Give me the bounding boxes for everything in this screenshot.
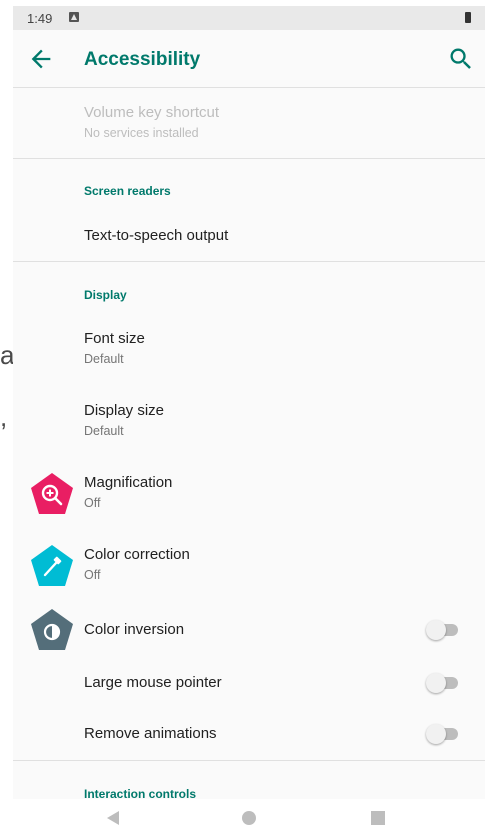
magnification-row[interactable]: Magnification Off xyxy=(13,460,485,530)
page-title: Accessibility xyxy=(84,49,201,70)
navigation-bar xyxy=(0,799,485,825)
back-arrow-icon[interactable] xyxy=(27,45,55,73)
color-correction-row[interactable]: Color correction Off xyxy=(13,532,485,602)
large-mouse-pointer-row[interactable]: Large mouse pointer xyxy=(13,656,485,708)
color-correction-icon xyxy=(29,543,75,589)
display-size-row[interactable]: Display size Default xyxy=(13,388,485,458)
color-inversion-row[interactable]: Color inversion xyxy=(13,604,485,656)
search-icon[interactable] xyxy=(447,45,475,73)
magnification-summary: Off xyxy=(84,496,101,510)
toggle-thumb xyxy=(426,620,446,640)
section-divider xyxy=(13,158,485,159)
font-size-title: Font size xyxy=(84,330,145,347)
status-time: 1:49 xyxy=(27,11,53,26)
notification-icon xyxy=(69,12,79,22)
tts-output-row[interactable]: Text-to-speech output xyxy=(13,209,485,261)
display-header: Display xyxy=(84,288,127,302)
large-mouse-pointer-toggle[interactable] xyxy=(426,673,460,693)
section-divider xyxy=(13,760,485,761)
magnification-title: Magnification xyxy=(84,474,173,491)
toggle-thumb xyxy=(426,724,446,744)
tts-output-title: Text-to-speech output xyxy=(84,227,229,244)
display-size-title: Display size xyxy=(84,402,165,419)
font-size-summary: Default xyxy=(84,352,124,366)
display-size-summary: Default xyxy=(84,424,124,438)
toggle-thumb xyxy=(426,673,446,693)
volume-key-summary: No services installed xyxy=(84,126,199,140)
font-size-row[interactable]: Font size Default xyxy=(13,316,485,386)
status-bar: 1:49 xyxy=(13,6,485,30)
volume-key-title: Volume key shortcut xyxy=(84,104,220,121)
color-inversion-title: Color inversion xyxy=(84,621,185,638)
remove-animations-toggle[interactable] xyxy=(426,724,460,744)
remove-animations-title: Remove animations xyxy=(84,725,217,742)
remove-animations-row[interactable]: Remove animations xyxy=(13,708,485,760)
device-screen: 1:49 Accessibility Volume key shortcut N… xyxy=(13,6,485,801)
battery-icon xyxy=(465,12,471,23)
screen-readers-header: Screen readers xyxy=(84,184,171,198)
app-bar: Accessibility xyxy=(13,30,485,88)
section-divider xyxy=(13,261,485,262)
color-correction-title: Color correction xyxy=(84,546,190,563)
background-text-fragment-2: , xyxy=(0,402,8,432)
volume-key-shortcut-row: Volume key shortcut No services installe… xyxy=(13,88,485,158)
magnification-icon xyxy=(29,471,75,517)
color-correction-summary: Off xyxy=(84,568,101,582)
color-inversion-toggle[interactable] xyxy=(426,620,460,640)
color-inversion-icon xyxy=(29,607,75,653)
large-mouse-pointer-title: Large mouse pointer xyxy=(84,674,222,691)
